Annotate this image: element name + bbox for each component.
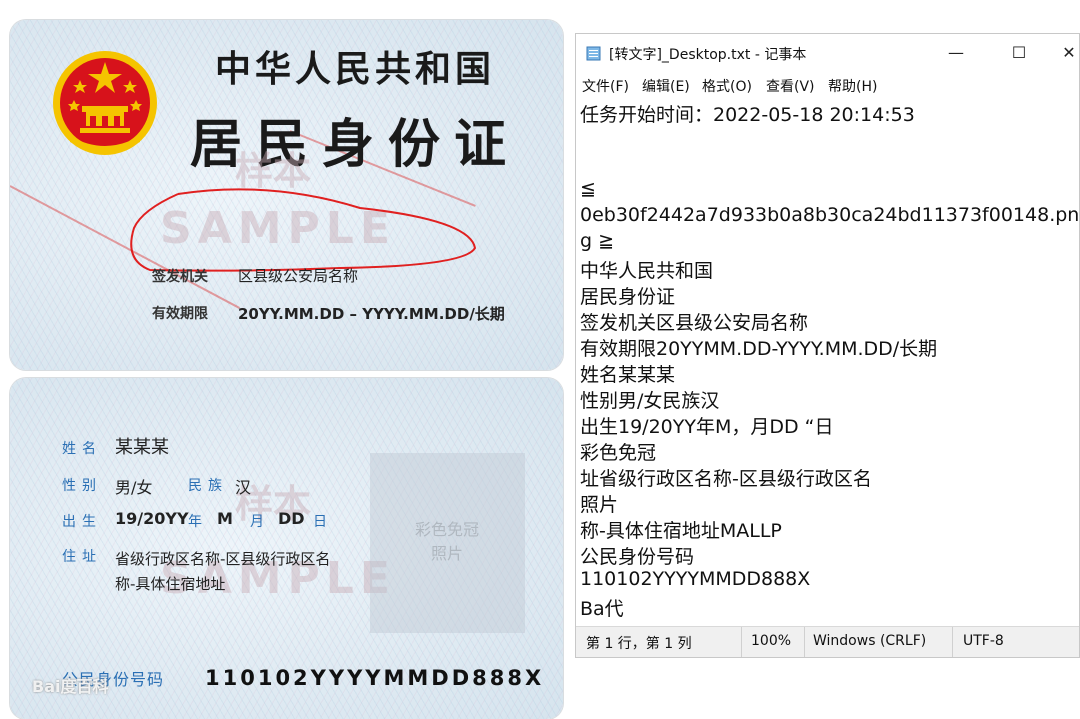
day-label: 日	[313, 514, 333, 530]
cursor-position: 第 1 行，第 1 列	[586, 636, 692, 652]
encoding: UTF-8	[963, 633, 1004, 649]
gender-value: 男/女	[115, 478, 153, 497]
birth-month: M	[217, 509, 233, 528]
photo-caption-line1: 彩色免冠	[414, 520, 479, 539]
national-emblem-icon	[53, 51, 157, 155]
zoom-level: 100%	[751, 633, 792, 649]
text-line: 址省级行政区名称-区县级行政区名	[580, 468, 872, 490]
text-line: 居民身份证	[580, 286, 676, 308]
text-line: 任务开始时间：2022-05-18 20:14:53	[580, 104, 915, 126]
gender-label: 性别	[62, 478, 102, 494]
ethnicity-label: 民族	[188, 478, 228, 494]
text-line: 性别男/女民族汉	[580, 390, 720, 412]
text-editor[interactable]: 任务开始时间：2022-05-18 20:14:53 ≦ 0eb30f2442a…	[576, 96, 1079, 628]
issuer-value: 区县级公安局名称	[238, 267, 359, 285]
maximize-button[interactable]: ☐	[996, 38, 1042, 68]
validity-value: 20YY.MM.DD – YYYY.MM.DD/长期	[238, 305, 505, 323]
status-divider	[741, 627, 742, 657]
id-card-front: 中华人民共和国 居民身份证 样本 SAMPLE 签发机关 区县级公安局名称 有效…	[10, 20, 563, 370]
close-button[interactable]: ✕	[1054, 38, 1080, 68]
text-line: 彩色免冠	[580, 442, 657, 464]
maximize-icon: ☐	[1011, 43, 1027, 62]
text-line: 中华人民共和国	[580, 260, 714, 282]
name-value: 某某某	[115, 437, 169, 458]
birth-day: DD	[278, 509, 305, 528]
text-line: Ba代	[580, 598, 624, 620]
window-title: [转文字]_Desktop.txt - 记事本	[609, 47, 807, 63]
notepad-icon	[586, 46, 601, 61]
menu-help[interactable]: 帮助(H)	[828, 76, 877, 96]
photo-caption: 彩色免冠 照片	[402, 518, 492, 566]
text-line: 照片	[580, 494, 619, 516]
text-line: g ≧	[580, 230, 615, 252]
status-divider	[952, 627, 953, 657]
photo-caption-line2: 照片	[430, 544, 463, 563]
menu-file[interactable]: 文件(F)	[582, 76, 629, 96]
address-line1: 省级行政区名称-区县级行政区名	[115, 550, 331, 568]
menu-edit[interactable]: 编辑(E)	[642, 76, 690, 96]
notepad-window: [转文字]_Desktop.txt - 记事本 — ☐ ✕ 文件(F) 编辑(E…	[575, 33, 1080, 658]
close-icon: ✕	[1062, 43, 1076, 62]
text-line: 公民身份号码	[580, 546, 695, 568]
text-line: 称-具体住宿地址MALLP	[580, 520, 782, 542]
text-line: 110102YYYYMMDD888X	[580, 568, 811, 590]
issuer-label: 签发机关	[152, 269, 208, 285]
validity-label: 有效期限	[152, 306, 208, 322]
minimize-icon: —	[948, 43, 964, 62]
name-label: 姓名	[62, 441, 102, 457]
text-line: 签发机关区县级公安局名称	[580, 312, 809, 334]
menu-view[interactable]: 查看(V)	[766, 76, 815, 96]
year-label: 年	[188, 514, 208, 530]
id-number-value: 110102YYYYMMDD888X	[205, 666, 545, 690]
birth-label: 出生	[62, 514, 102, 530]
status-bar: 第 1 行，第 1 列 100% Windows (CRLF) UTF-8	[576, 626, 1079, 657]
birth-year: 19/20YY	[115, 509, 189, 528]
minimize-button[interactable]: —	[933, 38, 979, 68]
address-line2: 称-具体住宿地址	[115, 575, 226, 593]
status-divider	[804, 627, 805, 657]
title-bar[interactable]: [转文字]_Desktop.txt - 记事本 — ☐ ✕	[576, 34, 1079, 72]
menu-format[interactable]: 格式(O)	[702, 76, 752, 96]
ethnicity-value: 汉	[235, 478, 252, 497]
card-title-country: 中华人民共和国	[215, 48, 496, 90]
text-line: 出生19/20YY年M，月DD “日	[580, 416, 834, 438]
source-watermark: Bai度百科	[32, 677, 109, 696]
address-label: 住址	[62, 549, 102, 565]
month-label: 月	[250, 514, 270, 530]
text-line: 有效期限20YYMM.DD-YYYY.MM.DD/长期	[580, 338, 938, 360]
text-line: 0eb30f2442a7d933b0a8b30ca24bd11373f00148…	[580, 204, 1080, 226]
menu-bar: 文件(F) 编辑(E) 格式(O) 查看(V) 帮助(H)	[576, 72, 1079, 96]
id-card-back: 样本 SAMPLE 姓名 某某某 性别 男/女 民族 汉 出生 19/20YY …	[10, 378, 563, 719]
text-line: ≦	[580, 178, 596, 200]
text-line: 姓名某某某	[580, 364, 676, 386]
line-ending: Windows (CRLF)	[813, 633, 927, 649]
